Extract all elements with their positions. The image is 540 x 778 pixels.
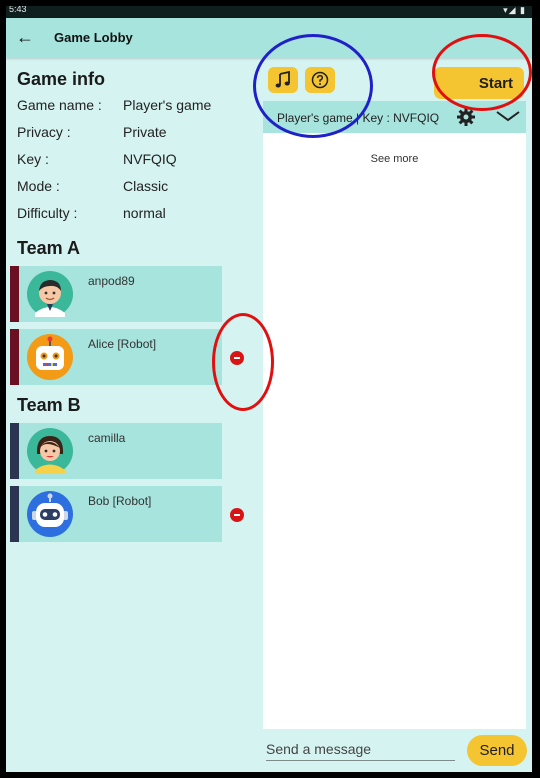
boy-avatar-icon <box>27 271 73 317</box>
team-color-bar <box>10 266 19 322</box>
chat-panel: Player's game | Key : NVFQIQ See more <box>263 101 526 729</box>
page-title: Game Lobby <box>54 30 133 45</box>
info-value: Private <box>123 124 167 140</box>
team-a-heading: Team A <box>17 238 81 258</box>
orange-robot-avatar-icon <box>27 334 73 380</box>
info-key: Difficulty : <box>17 205 78 221</box>
status-bar: 5:43 ▾◢ ▮ <box>6 6 532 18</box>
team-color-bar <box>10 423 19 479</box>
girl-avatar-icon <box>27 428 73 474</box>
info-key: Privacy : <box>17 124 71 140</box>
status-time: 5:43 <box>9 6 27 14</box>
chevron-down-icon[interactable] <box>495 109 521 123</box>
info-value: Classic <box>123 178 169 194</box>
app-bar: ← Game Lobby <box>6 18 532 58</box>
player-name: Alice [Robot] <box>88 337 157 351</box>
player-name: Bob [Robot] <box>88 494 152 508</box>
info-value: NVFQIQ <box>123 151 177 167</box>
message-input[interactable] <box>266 738 455 761</box>
game-info-heading: Game info <box>17 69 106 89</box>
remove-robot-alice-button[interactable] <box>230 351 244 365</box>
player-card-anpod89[interactable]: anpod89 <box>10 266 222 322</box>
team-color-bar <box>10 329 19 385</box>
player-name: anpod89 <box>88 274 135 288</box>
player-card-bob-robot[interactable]: Bob [Robot] <box>10 486 222 542</box>
start-button[interactable]: Start <box>434 67 524 99</box>
info-key: Game name : <box>17 97 102 113</box>
remove-robot-bob-button[interactable] <box>230 508 244 522</box>
back-arrow-icon[interactable]: ← <box>16 27 34 48</box>
chat-header-title: Player's game | Key : NVFQIQ <box>277 111 440 125</box>
gear-icon[interactable] <box>456 107 476 127</box>
info-value: normal <box>123 205 166 221</box>
app-screen: 5:43 ▾◢ ▮ ← Game Lobby Game info Game na… <box>6 6 532 772</box>
blue-robot-avatar-icon <box>27 491 73 537</box>
chat-header: Player's game | Key : NVFQIQ <box>263 101 526 133</box>
player-card-alice-robot[interactable]: Alice [Robot] <box>10 329 222 385</box>
player-name: camilla <box>88 431 126 445</box>
team-b-heading: Team B <box>17 395 81 415</box>
team-color-bar <box>10 486 19 542</box>
see-more-link[interactable]: See more <box>263 153 526 165</box>
music-note-icon <box>275 71 290 88</box>
help-button[interactable] <box>305 67 335 93</box>
send-button[interactable]: Send <box>467 735 527 766</box>
info-key: Mode : <box>17 178 60 194</box>
music-toggle-button[interactable] <box>268 67 298 93</box>
info-value: Player's game <box>123 97 212 113</box>
info-key: Key : <box>17 151 49 167</box>
status-icons: ▾◢ ▮ <box>503 6 526 15</box>
question-icon <box>311 71 329 89</box>
player-card-camilla[interactable]: camilla <box>10 423 222 479</box>
